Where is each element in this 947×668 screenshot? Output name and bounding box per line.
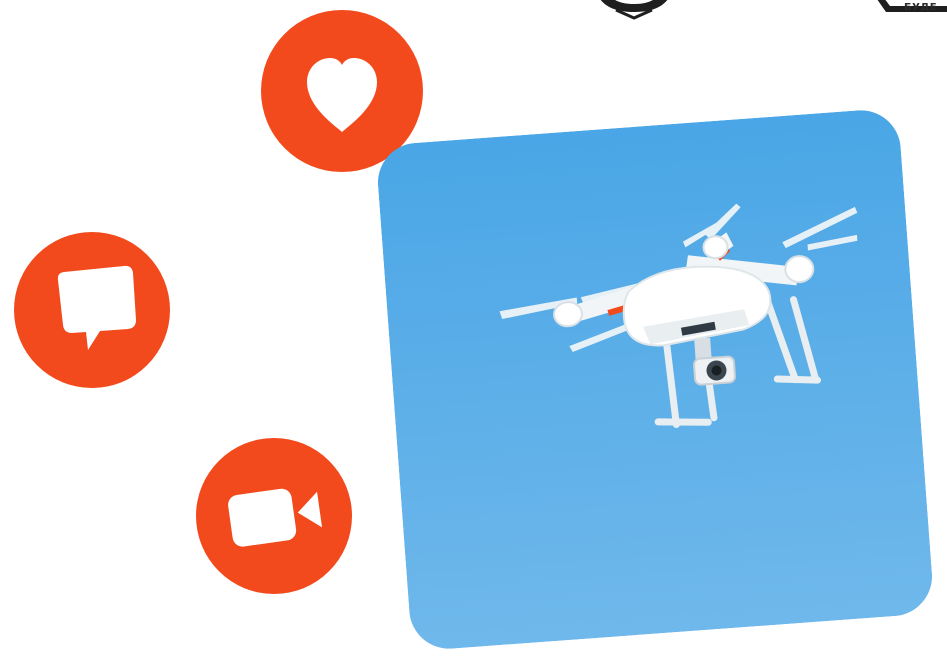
logo-badge-text: БУДЕ <box>904 2 938 13</box>
comment-icon <box>14 232 170 388</box>
logo-outline-shape <box>600 0 668 20</box>
video-camera-icon <box>196 438 352 594</box>
drone-photo <box>375 107 935 652</box>
video-bubble <box>196 438 352 594</box>
drone-photo-card <box>375 107 935 652</box>
logo-fragment-center <box>586 0 682 20</box>
comment-bubble <box>14 232 170 388</box>
